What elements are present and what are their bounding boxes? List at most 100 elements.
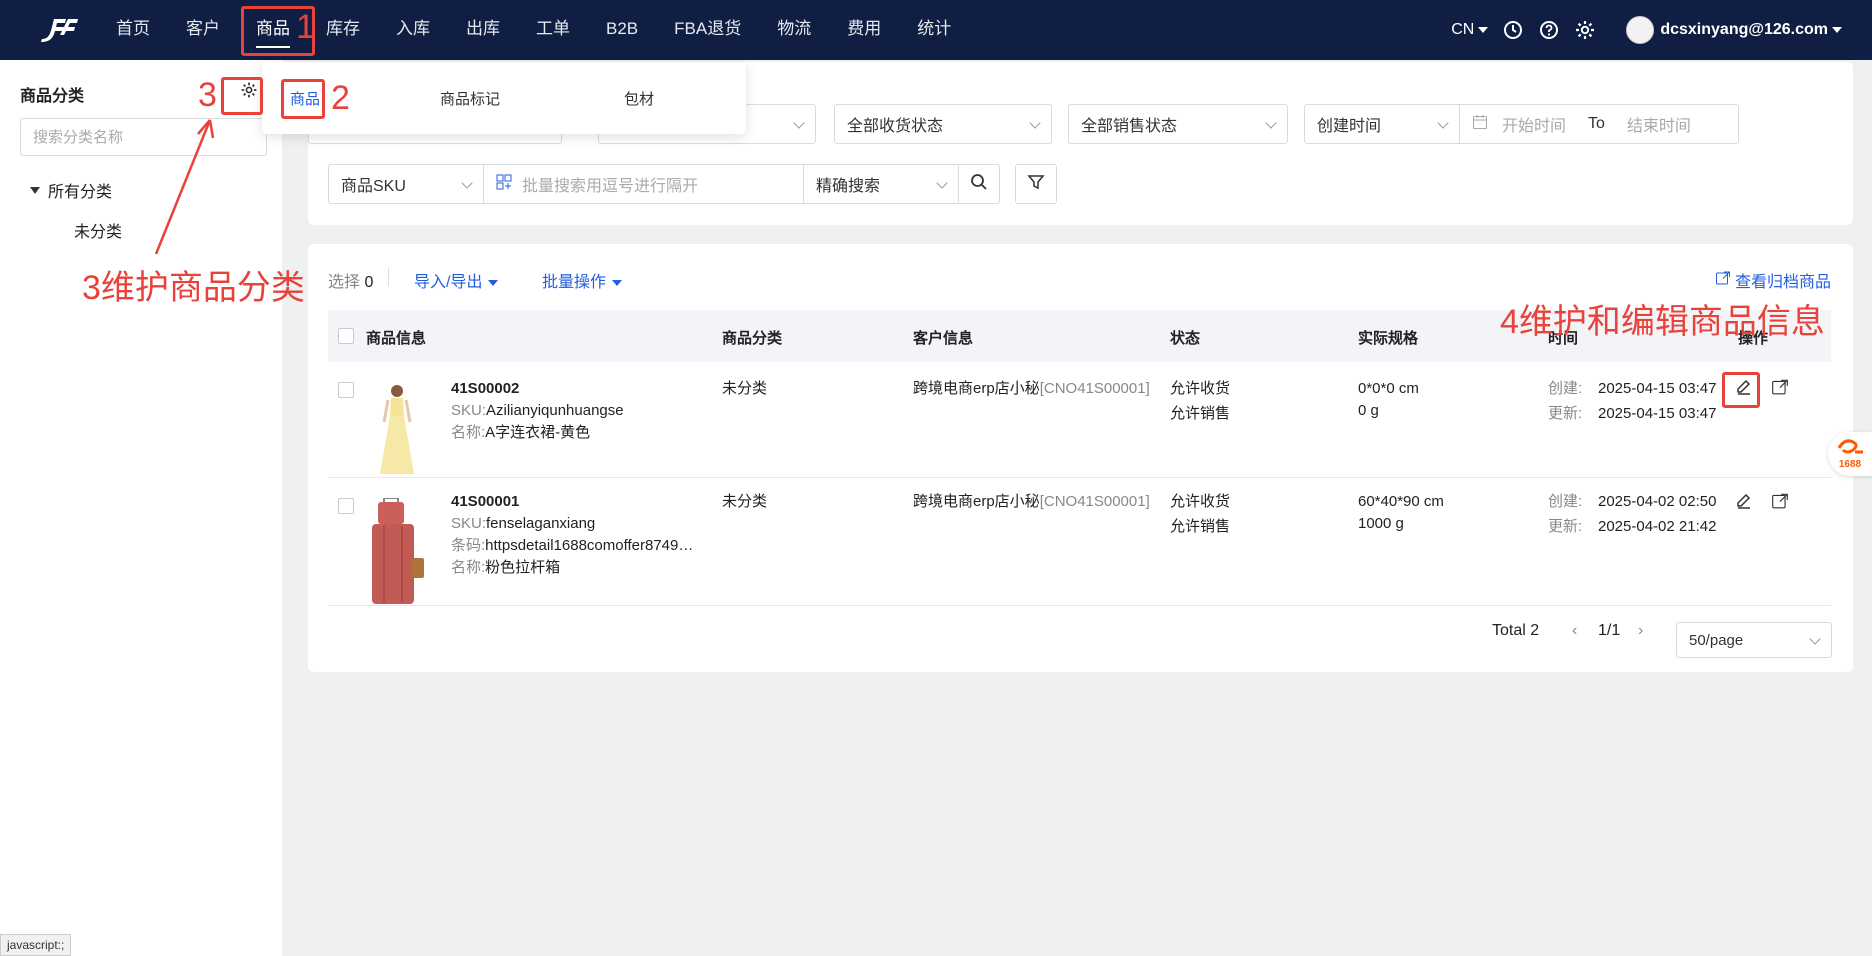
next-page-icon[interactable]: › [1638,622,1643,640]
col-category: 商品分类 [722,330,783,347]
date-range-picker[interactable]: 开始时间 To 结束时间 [1459,104,1739,144]
batch-search-placeholder: 批量搜索用逗号进行隔开 [522,178,699,195]
view-archived-button[interactable]: 查看归档商品 [1715,268,1831,292]
1688-floating-badge[interactable]: 1688 [1828,432,1872,476]
nav-customer[interactable]: 客户 [168,0,238,60]
grid-icon [496,174,512,195]
language-selector[interactable]: CN [1451,21,1489,39]
status-receive: 允许收货 [1170,493,1231,510]
nav-workorder[interactable]: 工单 [518,0,588,60]
date-separator: To [1588,115,1605,132]
tree-node-all[interactable]: 所有分类 [30,178,112,202]
nav-stats[interactable]: 统计 [899,0,969,60]
product-barcode: 条码:httpsdetail1688comoffer8749… [451,535,693,557]
time-type-select[interactable]: 创建时间 [1304,104,1460,144]
end-date-placeholder: 结束时间 [1626,118,1691,135]
select-all-checkbox[interactable] [338,328,354,344]
archive-icon[interactable] [1771,378,1789,400]
batch-search-input[interactable]: 批量搜索用逗号进行隔开 [483,164,804,204]
app-logo[interactable] [38,15,80,47]
help-icon[interactable] [1538,19,1560,41]
clock-icon[interactable] [1502,19,1524,41]
product-name: 名称:A字连衣裙-黄色 [451,422,590,444]
updated-label: 更新: [1548,518,1583,535]
name-value: A字连衣裙-黄色 [485,424,591,441]
archive-icon[interactable] [1771,492,1789,514]
row-checkbox[interactable] [338,498,354,514]
customer-code: [CNO41S00001] [1039,493,1150,510]
spec-weight: 1000 g [1358,515,1404,532]
annotation-3-text: 3维护商品分类 [82,269,305,307]
chevron-down-icon [461,177,473,189]
nav-fba-return[interactable]: FBA退货 [656,0,759,60]
avatar [1626,16,1655,44]
sale-status-select[interactable]: 全部销售状态 [1068,104,1288,144]
start-date-placeholder: 开始时间 [1502,118,1567,135]
product-sku: SKU:Azilianyiqunhuangse [451,400,624,422]
annotation-box-submenu [281,79,325,119]
updated-time: 2025-04-02 21:42 [1598,518,1717,535]
submenu-packaging[interactable]: 包材 [624,88,654,109]
caret-down-icon [488,279,499,286]
col-customer: 客户信息 [913,330,974,347]
status-receive: 允许收货 [1170,380,1231,397]
product-code[interactable]: 41S00002 [451,378,519,400]
customer-info: 跨境电商erp店小秘[CNO41S00001] [913,491,1150,513]
row-checkbox[interactable] [338,382,354,398]
customer-code: [CNO41S00001] [1039,380,1150,397]
sku-value: fenselaganxiang [486,515,596,532]
product-thumbnail-luggage[interactable] [368,498,426,604]
selection-label: 选择 [328,274,361,291]
annotation-2: 2 [331,79,350,117]
annotation-box-gear [221,77,263,115]
name-label: 名称: [451,424,486,441]
category-search-input[interactable] [20,118,267,156]
updated-time: 2025-04-15 03:47 [1598,405,1717,422]
created-time: 2025-04-15 03:47 [1598,380,1717,397]
submenu-product-tags[interactable]: 商品标记 [440,88,500,109]
receive-status-select[interactable]: 全部收货状态 [834,104,1052,144]
customer-info: 跨境电商erp店小秘[CNO41S00001] [913,378,1150,400]
user-menu[interactable]: dcsxinyang@126.com [1626,16,1842,44]
nav-logistics[interactable]: 物流 [759,0,829,60]
customer-name: 跨境电商erp店小秘 [913,380,1040,397]
search-button[interactable] [958,164,1000,204]
created-time: 2025-04-02 02:50 [1598,493,1717,510]
settings-gear-icon[interactable] [1574,19,1596,41]
advanced-filter-button[interactable] [1015,164,1057,204]
nav-b2b[interactable]: B2B [588,0,656,60]
page-size-select[interactable]: 50/page [1676,622,1832,658]
spec-weight: 0 g [1358,402,1379,419]
product-thumbnail-dress[interactable] [372,382,422,476]
chevron-down-icon [1029,117,1041,129]
chevron-down-icon [1265,117,1277,129]
created-label: 创建: [1548,380,1583,397]
col-status: 状态 [1170,330,1201,347]
page-size-value: 50/page [1689,631,1744,649]
col-spec: 实际规格 [1358,330,1419,347]
nav-inbound[interactable]: 入库 [378,0,448,60]
barcode-label: 条码: [451,537,486,554]
prev-page-icon[interactable]: ‹ [1572,622,1577,640]
caret-down-icon [612,279,623,286]
nav-inventory[interactable]: 库存 [308,0,378,60]
import-export-button[interactable]: 导入/导出 [414,268,499,292]
caret-down-icon [1832,27,1842,33]
nav-home[interactable]: 首页 [98,0,168,60]
match-mode-select[interactable]: 精确搜索 [803,164,959,204]
updated-label: 更新: [1548,405,1583,422]
sale-status-value: 全部销售状态 [1081,118,1178,135]
edit-pencil-icon[interactable] [1735,492,1753,514]
batch-operation-button[interactable]: 批量操作 [542,268,623,292]
sku-label: SKU: [451,402,487,419]
import-export-label: 导入/导出 [414,274,483,291]
nav-outbound[interactable]: 出库 [448,0,518,60]
nav-fees[interactable]: 费用 [829,0,899,60]
chevron-down-icon [793,117,805,129]
product-code[interactable]: 41S00001 [451,491,519,513]
view-archived-label: 查看归档商品 [1734,274,1831,291]
tree-node-uncategorized[interactable]: 未分类 [74,218,122,242]
status-sale: 允许销售 [1170,518,1231,535]
sku-type-select[interactable]: 商品SKU [328,164,484,204]
annotation-1: 1 [296,8,315,46]
